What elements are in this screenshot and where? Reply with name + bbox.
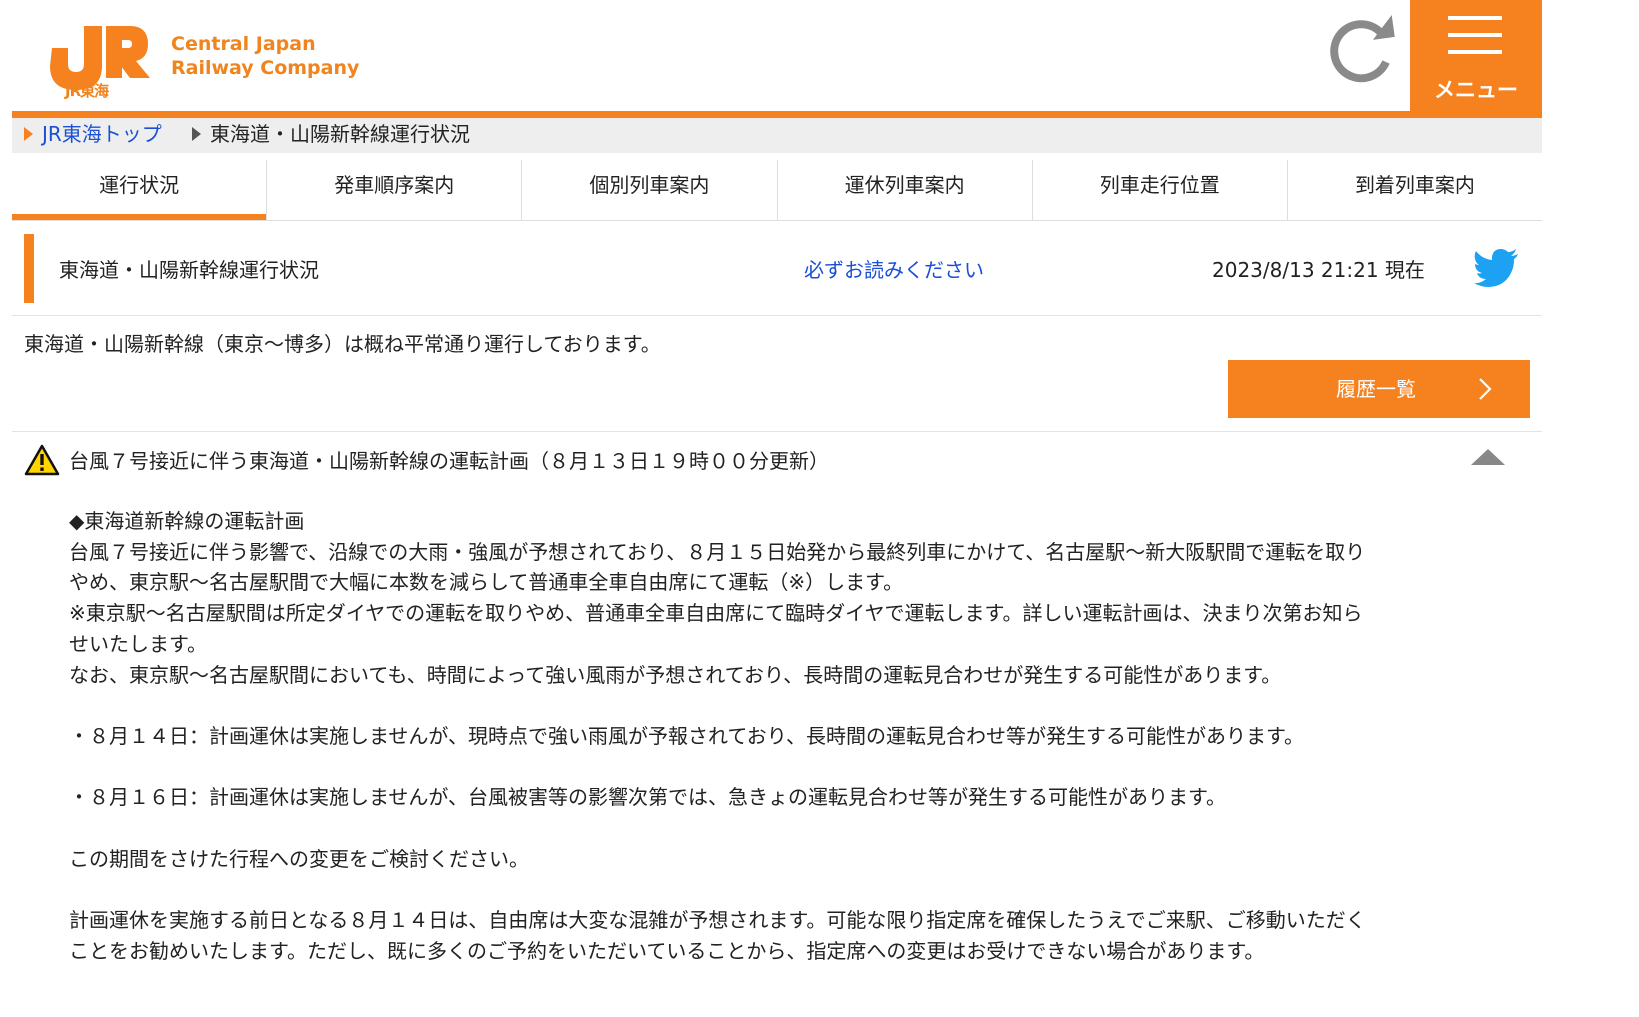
company-name-line1: Central Japan [171,33,316,55]
notice-line: ◆東海道新幹線の運転計画 [69,509,305,533]
must-read-link[interactable]: 必ずお読みください [804,254,984,283]
notice-line: 台風７号接近に伴う影響で、沿線での大雨・強風が予想されており、８月１５日始発から… [69,539,1366,564]
notice-line: ・８月１４日：計画運休は実施しませんが、現時点で強い雨風が予報されており、長時間… [69,723,1304,748]
status-accent-bar [24,234,34,303]
header-rule [12,111,1542,118]
notice-line: この期間をさけた行程への変更をご検討ください。 [69,846,529,871]
notice-body: ◆東海道新幹線の運転計画 台風７号接近に伴う影響で、沿線での大雨・強風が予想され… [69,506,1489,967]
notice-line: せいたします。 [69,631,207,656]
tab-train-position[interactable]: 列車走行位置 [1033,160,1288,220]
notice-line: やめ、東京駅～名古屋駅間で大幅に本数を減らして普通車全車自由席にて運転（※）しま… [69,570,904,595]
menu-button[interactable]: メニュー [1410,0,1542,111]
notice-line [69,690,1489,721]
collapse-up-icon[interactable] [1471,448,1505,466]
notice-line [69,752,1489,783]
notice-title: 台風７号接近に伴う東海道・山陽新幹線の運転計画（８月１３日１９時００分更新） [69,449,829,473]
notice-line [69,813,1489,844]
notice-line: なお、東京駅～名古屋駅間においても、時間によって強い風雨が予想されており、長時間… [69,662,1282,687]
tab-departure-order[interactable]: 発車順序案内 [267,160,523,220]
notice-line: ・８月１６日：計画運休は実施しませんが、台風被害等の影響次第では、急きょの運転見… [69,785,1226,810]
company-name-line2: Railway Company [171,57,360,79]
history-list-label: 履歴一覧 [1336,377,1416,401]
tab-operation-status[interactable]: 運行状況 [12,160,268,220]
triangle-right-icon [24,127,33,141]
status-summary: 東海道・山陽新幹線（東京～博多）は概ね平常通り運行しております。 [24,332,661,356]
breadcrumb-current-label: 東海道・山陽新幹線運行状況 [210,122,470,146]
status-title: 東海道・山陽新幹線運行状況 [59,258,319,282]
menu-label: メニュー [1434,78,1518,102]
page: JR東海 Central Japan Railway Company メニュー … [12,0,1542,1017]
breadcrumb-current: 東海道・山陽新幹線運行状況 [192,118,470,151]
notice-line: ことをお勧めいたします。ただし、既に多くのご予約をいただいていることから、指定席… [69,938,1265,963]
status-header: 東海道・山陽新幹線運行状況 必ずお読みください 2023/8/13 21:21 … [12,221,1542,316]
breadcrumb: JR東海トップ 東海道・山陽新幹線運行状況 [12,118,1542,153]
chevron-right-icon [1479,378,1492,400]
tab-cancelled-trains[interactable]: 運休列車案内 [778,160,1033,220]
divider [12,431,1542,432]
notice-line: 計画運休を実施する前日となる８月１４日は、自由席は大変な混雑が予想されます。可能… [69,908,1366,933]
triangle-right-icon [192,127,201,141]
twitter-icon[interactable] [1474,249,1520,289]
tab-individual-train[interactable]: 個別列車案内 [522,160,778,220]
company-name: Central Japan Railway Company [171,32,359,80]
breadcrumb-home-link[interactable]: JR東海トップ [42,122,162,146]
notice-header[interactable]: 台風７号接近に伴う東海道・山陽新幹線の運転計画（８月１３日１９時００分更新） [12,440,1542,480]
notice-line: ※東京駅～名古屋駅間は所定ダイヤでの運転を取りやめ、普通車全車自由席にて臨時ダイ… [69,601,1363,626]
status-timestamp: 2023/8/13 21:21 現在 [1212,258,1425,282]
logo-sub-text: JR東海 [65,82,109,100]
site-header: JR東海 Central Japan Railway Company メニュー [12,0,1542,111]
tab-arrival-info[interactable]: 到着列車案内 [1288,160,1542,220]
history-list-button[interactable]: 履歴一覧 [1228,360,1530,418]
tab-bar: 運行状況 発車順序案内 個別列車案内 運休列車案内 列車走行位置 到着列車案内 [12,160,1542,221]
breadcrumb-home: JR東海トップ [24,118,162,151]
notice-line [69,874,1489,905]
hamburger-icon [1448,16,1502,67]
refresh-icon[interactable] [1324,12,1400,88]
warning-icon [24,444,60,476]
